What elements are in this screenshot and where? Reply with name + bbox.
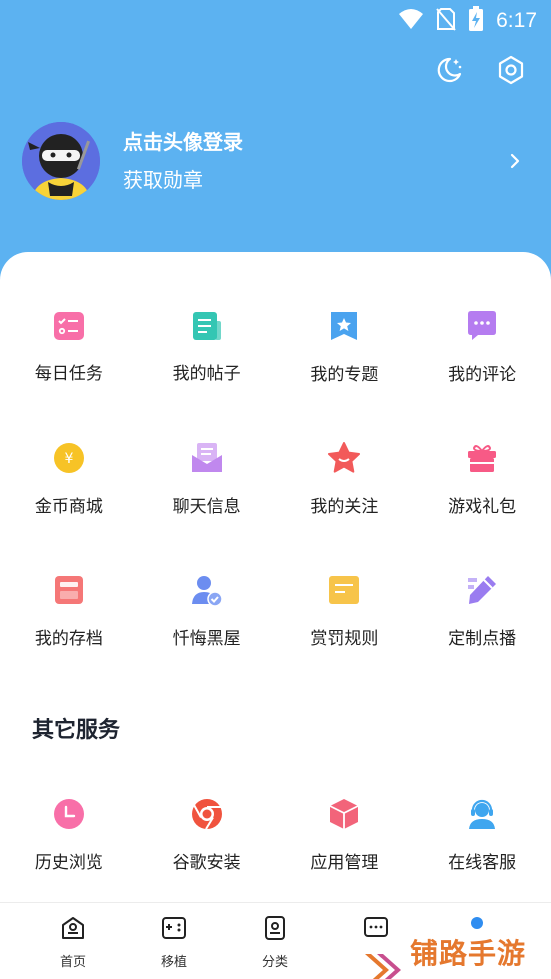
- service-google-install[interactable]: 谷歌安装: [138, 740, 276, 873]
- double-chevron-icon: [362, 950, 404, 979]
- watermark-logo: 铺路手游网: [362, 932, 551, 979]
- menu-item-my-posts[interactable]: 我的帖子: [138, 252, 276, 384]
- avatar[interactable]: [22, 122, 100, 200]
- menu-item-confession-room[interactable]: 忏悔黑屋: [138, 516, 276, 649]
- rules-icon: [327, 574, 361, 606]
- menu-item-label: 游戏礼包: [448, 497, 517, 517]
- topic-bookmark-icon: [327, 310, 361, 342]
- menu-item-label: 我的关注: [310, 497, 379, 517]
- night-mode-button[interactable]: [433, 56, 465, 88]
- menu-item-label: 我的专题: [310, 365, 379, 385]
- settings-icon: [496, 55, 526, 89]
- nav-label: 移植: [160, 955, 187, 970]
- badge-link[interactable]: 获取勋章: [123, 166, 243, 194]
- settings-button[interactable]: [495, 55, 527, 89]
- top-actions: [433, 55, 527, 89]
- menu-item-coin-store[interactable]: ¥ 金币商城: [0, 384, 138, 517]
- posts-icon: [190, 310, 224, 341]
- clock-icon: [52, 798, 86, 830]
- menu-item-label: 我的评论: [448, 365, 517, 385]
- menu-item-my-follows[interactable]: 我的关注: [276, 384, 414, 517]
- gamepad-icon: [161, 915, 187, 945]
- menu-item-label: 定制点播: [448, 629, 517, 649]
- profile-login-row[interactable]: 点击头像登录 获取勋章: [22, 122, 529, 200]
- no-sim-icon: [436, 7, 456, 35]
- gift-icon: [465, 442, 499, 474]
- watermark-text: 铺路手游网: [410, 937, 527, 979]
- nav-label: 分类: [261, 955, 288, 970]
- menu-item-label: 我的存档: [34, 629, 103, 649]
- comment-icon: [465, 310, 499, 342]
- svg-text:¥: ¥: [64, 451, 73, 467]
- menu-item-my-archives[interactable]: 我的存档: [0, 516, 138, 649]
- coin-icon: ¥: [52, 442, 86, 474]
- menu-item-daily-tasks[interactable]: 每日任务: [0, 252, 138, 384]
- menu-grid: 每日任务 我的帖子 我的专题 我的评论 ¥ 金币商城 聊天信息 我的关注 游戏礼…: [0, 252, 551, 649]
- chevron-right-icon[interactable]: [507, 149, 523, 173]
- nav-tab-home[interactable]: 首页: [43, 915, 103, 970]
- menu-item-label: 每日任务: [34, 364, 103, 384]
- moon-icon: [434, 55, 464, 89]
- service-app-management[interactable]: 应用管理: [276, 740, 414, 873]
- login-prompt[interactable]: 点击头像登录: [123, 128, 243, 156]
- service-label: 应用管理: [310, 853, 379, 873]
- menu-item-label: 聊天信息: [172, 497, 241, 517]
- status-bar: 6:17: [0, 0, 551, 40]
- menu-item-reward-rules[interactable]: 赏罚规则: [276, 516, 414, 649]
- menu-item-label: 我的帖子: [172, 364, 241, 384]
- mail-icon: [190, 442, 224, 474]
- customer-service-icon: [465, 798, 499, 830]
- menu-item-my-comments[interactable]: 我的评论: [413, 252, 551, 385]
- status-time: 6:17: [496, 9, 537, 32]
- menu-item-label: 忏悔黑屋: [172, 629, 241, 649]
- star-icon: [327, 442, 361, 474]
- nav-label: 首页: [59, 955, 86, 970]
- battery-charging-icon: [468, 6, 484, 36]
- service-history[interactable]: 历史浏览: [0, 740, 138, 873]
- nav-tab-port[interactable]: 移植: [144, 915, 204, 970]
- pencil-icon: [465, 574, 499, 606]
- service-label: 在线客服: [448, 853, 517, 873]
- home-icon: [60, 915, 86, 945]
- menu-item-chat-messages[interactable]: 聊天信息: [138, 384, 276, 517]
- service-label: 谷歌安装: [172, 853, 241, 873]
- archive-icon: [52, 574, 86, 606]
- wifi-icon: [398, 8, 424, 34]
- menu-item-game-gifts[interactable]: 游戏礼包: [413, 384, 551, 517]
- menu-item-label: 金币商城: [34, 497, 103, 517]
- nav-tab-category[interactable]: 分类: [245, 915, 305, 970]
- chrome-icon: [190, 798, 224, 830]
- menu-item-label: 赏罚规则: [310, 629, 379, 649]
- other-services-grid: 历史浏览 谷歌安装 应用管理 在线客服: [0, 740, 551, 873]
- profile-text: 点击头像登录 获取勋章: [123, 128, 243, 194]
- task-list-icon: [52, 310, 86, 341]
- user-check-icon: [190, 574, 224, 606]
- service-label: 历史浏览: [34, 853, 103, 873]
- category-icon: [262, 915, 288, 945]
- menu-item-my-topics[interactable]: 我的专题: [276, 252, 414, 385]
- cube-icon: [327, 798, 361, 830]
- menu-item-custom-request[interactable]: 定制点播: [413, 516, 551, 649]
- service-online-support[interactable]: 在线客服: [413, 740, 551, 873]
